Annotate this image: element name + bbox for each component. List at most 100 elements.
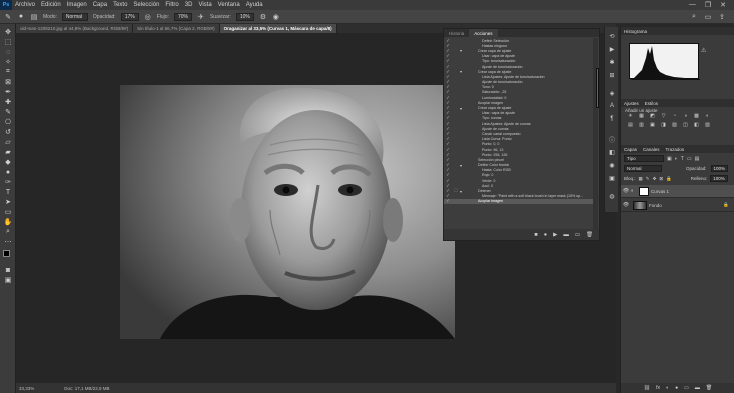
histogram-tab[interactable]: Histograma bbox=[624, 29, 653, 34]
adjustment-icon[interactable]: ▨ bbox=[704, 122, 711, 128]
eyedropper-tool-icon[interactable]: ✒ bbox=[3, 88, 13, 96]
menu-ayuda[interactable]: Ayuda bbox=[243, 2, 266, 8]
action-toggle-check-icon[interactable]: ✓ bbox=[444, 198, 452, 204]
lock-move-icon[interactable]: ✥ bbox=[653, 176, 657, 182]
glyphs-panel-icon[interactable]: ▣ bbox=[608, 174, 616, 182]
close-icon[interactable]: ✕ bbox=[720, 1, 726, 9]
marquee-tool-icon[interactable]: ⬚ bbox=[3, 38, 13, 46]
menu-capa[interactable]: Capa bbox=[90, 2, 110, 8]
delete-layer-icon[interactable]: 🗑 bbox=[706, 385, 712, 391]
type-tool-icon[interactable]: T bbox=[3, 188, 13, 196]
brushes-panel-icon[interactable]: ✱ bbox=[608, 58, 616, 66]
actions-scrollbar[interactable] bbox=[593, 38, 599, 231]
menu-texto[interactable]: Texto bbox=[110, 2, 130, 8]
menu-imagen[interactable]: Imagen bbox=[64, 2, 90, 8]
layer-style-icon[interactable]: fx bbox=[656, 385, 660, 391]
lock-paint-icon[interactable]: ✎ bbox=[646, 176, 650, 182]
info-panel-icon[interactable]: ⓘ bbox=[608, 135, 616, 144]
menu-filtro[interactable]: Filtro bbox=[162, 2, 181, 8]
action-item[interactable]: ✓ Acoplar imagen bbox=[444, 198, 594, 204]
lock-all-icon[interactable]: 🔒 bbox=[666, 176, 672, 182]
swatches-panel-icon[interactable]: ⊞ bbox=[608, 71, 616, 79]
menu-seleccion[interactable]: Selección bbox=[130, 2, 162, 8]
menu-vista[interactable]: Vista bbox=[195, 2, 214, 8]
move-tool-icon[interactable]: ✥ bbox=[3, 28, 13, 36]
play-icon[interactable]: ▶ bbox=[553, 232, 557, 238]
layer-row-fondo[interactable]: 👁 Fondo 🔒 bbox=[621, 199, 734, 212]
navigator-panel-icon[interactable]: ◧ bbox=[608, 148, 616, 156]
lock-pixels-icon[interactable]: ▦ bbox=[639, 176, 643, 182]
color-swatches-icon[interactable] bbox=[3, 250, 13, 260]
lasso-tool-icon[interactable]: ◌ bbox=[3, 48, 13, 56]
adjustment-icon[interactable]: ◫ bbox=[682, 122, 689, 128]
history-panel-icon[interactable]: ⟲ bbox=[608, 32, 616, 40]
menu-3d[interactable]: 3D bbox=[182, 2, 196, 8]
new-layer-icon[interactable]: ▬ bbox=[695, 385, 700, 391]
libraries-panel-icon[interactable]: ◍ bbox=[608, 192, 616, 200]
adjustment-icon[interactable]: ▧ bbox=[671, 122, 678, 128]
layer-row-curvas[interactable]: 👁 ◐ Curvas 1 bbox=[621, 185, 734, 198]
search-icon[interactable]: ⌕ bbox=[690, 13, 698, 21]
tab-oraganizar[interactable]: Oraganizar al 33,5% (Curvas 1, Máscara d… bbox=[219, 24, 337, 33]
quick-select-tool-icon[interactable]: ✧ bbox=[3, 58, 13, 66]
pressure-opacity-icon[interactable]: ◎ bbox=[144, 13, 152, 21]
adjustment-icon[interactable]: ▤ bbox=[627, 122, 634, 128]
record-icon[interactable]: ● bbox=[544, 232, 547, 238]
tab-actions[interactable]: Acciones bbox=[469, 29, 498, 37]
brush-tool-icon[interactable]: ✎ bbox=[4, 13, 12, 21]
color-panel-icon[interactable]: ◉ bbox=[608, 161, 616, 169]
adjustment-icon[interactable]: ▣ bbox=[649, 122, 656, 128]
adjustment-icon[interactable]: ▥ bbox=[638, 122, 645, 128]
tab-history[interactable]: Historia bbox=[444, 31, 469, 36]
screen-mode-icon[interactable]: ▣ bbox=[3, 276, 13, 284]
layer-thumbnail[interactable] bbox=[633, 200, 647, 210]
airbrush-icon[interactable]: ✈ bbox=[197, 13, 205, 21]
filter-smart-icon[interactable]: ▤ bbox=[695, 156, 700, 162]
tab-paths[interactable]: Trazados bbox=[666, 147, 691, 152]
dodge-tool-icon[interactable]: ● bbox=[3, 168, 13, 176]
blur-tool-icon[interactable]: ◆ bbox=[3, 158, 13, 166]
gear-icon[interactable]: ⚙ bbox=[259, 13, 267, 21]
tab-styles[interactable]: Estilos bbox=[645, 101, 664, 106]
flow-input[interactable]: 70% bbox=[173, 12, 192, 21]
layer-name[interactable]: Fondo bbox=[649, 203, 662, 208]
stamp-tool-icon[interactable]: ⎔ bbox=[3, 118, 13, 126]
add-mask-icon[interactable]: ◐ bbox=[666, 385, 669, 391]
layer-opacity-input[interactable]: 100% bbox=[710, 165, 729, 172]
character-panel-icon[interactable]: A bbox=[608, 102, 616, 110]
paragraph-panel-icon[interactable]: ¶ bbox=[608, 115, 616, 123]
healing-tool-icon[interactable]: ✚ bbox=[3, 98, 13, 106]
tab-sin-titulo[interactable]: Sin título-1 al 66,7% (Capa 2, RGB/8#) bbox=[133, 24, 220, 33]
adjustment-icon[interactable]: ◩ bbox=[649, 113, 656, 119]
pressure-size-icon[interactable]: ◉ bbox=[272, 13, 280, 21]
smooth-input[interactable]: 10% bbox=[235, 12, 254, 21]
portrait-image[interactable] bbox=[120, 85, 455, 339]
stop-icon[interactable]: ■ bbox=[534, 232, 537, 238]
adjustment-icon[interactable]: ▩ bbox=[693, 113, 700, 119]
adjustment-icon[interactable]: ▦ bbox=[638, 113, 645, 119]
tab-adjustments[interactable]: Ajustes bbox=[624, 101, 645, 106]
filter-type-icon[interactable]: T bbox=[681, 156, 684, 162]
warning-icon[interactable]: ⚠ bbox=[701, 47, 706, 54]
new-action-icon[interactable]: ▭ bbox=[575, 232, 580, 238]
shape-tool-icon[interactable]: ▭ bbox=[3, 208, 13, 216]
actions-panel-icon[interactable]: ▶ bbox=[608, 45, 616, 53]
tab-layers[interactable]: Capas bbox=[624, 147, 643, 152]
frame-tool-icon[interactable]: ⊠ bbox=[3, 78, 13, 86]
maximize-icon[interactable]: ❐ bbox=[705, 1, 711, 9]
trash-icon[interactable]: 🗑 bbox=[586, 232, 593, 238]
pen-tool-icon[interactable]: ✑ bbox=[3, 178, 13, 186]
filter-adjust-icon[interactable]: ◐ bbox=[675, 156, 678, 162]
eraser-tool-icon[interactable]: ▱ bbox=[3, 138, 13, 146]
crop-tool-icon[interactable]: ⌗ bbox=[3, 68, 13, 76]
adjustment-icon[interactable]: ▽ bbox=[660, 113, 667, 119]
menu-edicion[interactable]: Edición bbox=[38, 2, 64, 8]
more-tools-icon[interactable]: ⋯ bbox=[3, 238, 13, 246]
scrollbar-thumb[interactable] bbox=[596, 68, 599, 108]
opacity-input[interactable]: 17% bbox=[120, 12, 139, 21]
blend-mode-select[interactable]: Normal bbox=[624, 165, 662, 172]
filter-shape-icon[interactable]: ▭ bbox=[687, 156, 692, 162]
layer-mask-thumbnail[interactable] bbox=[639, 186, 649, 196]
new-group-icon[interactable]: ▭ bbox=[684, 385, 689, 391]
brush-tool-icon[interactable]: ✎ bbox=[3, 108, 13, 116]
